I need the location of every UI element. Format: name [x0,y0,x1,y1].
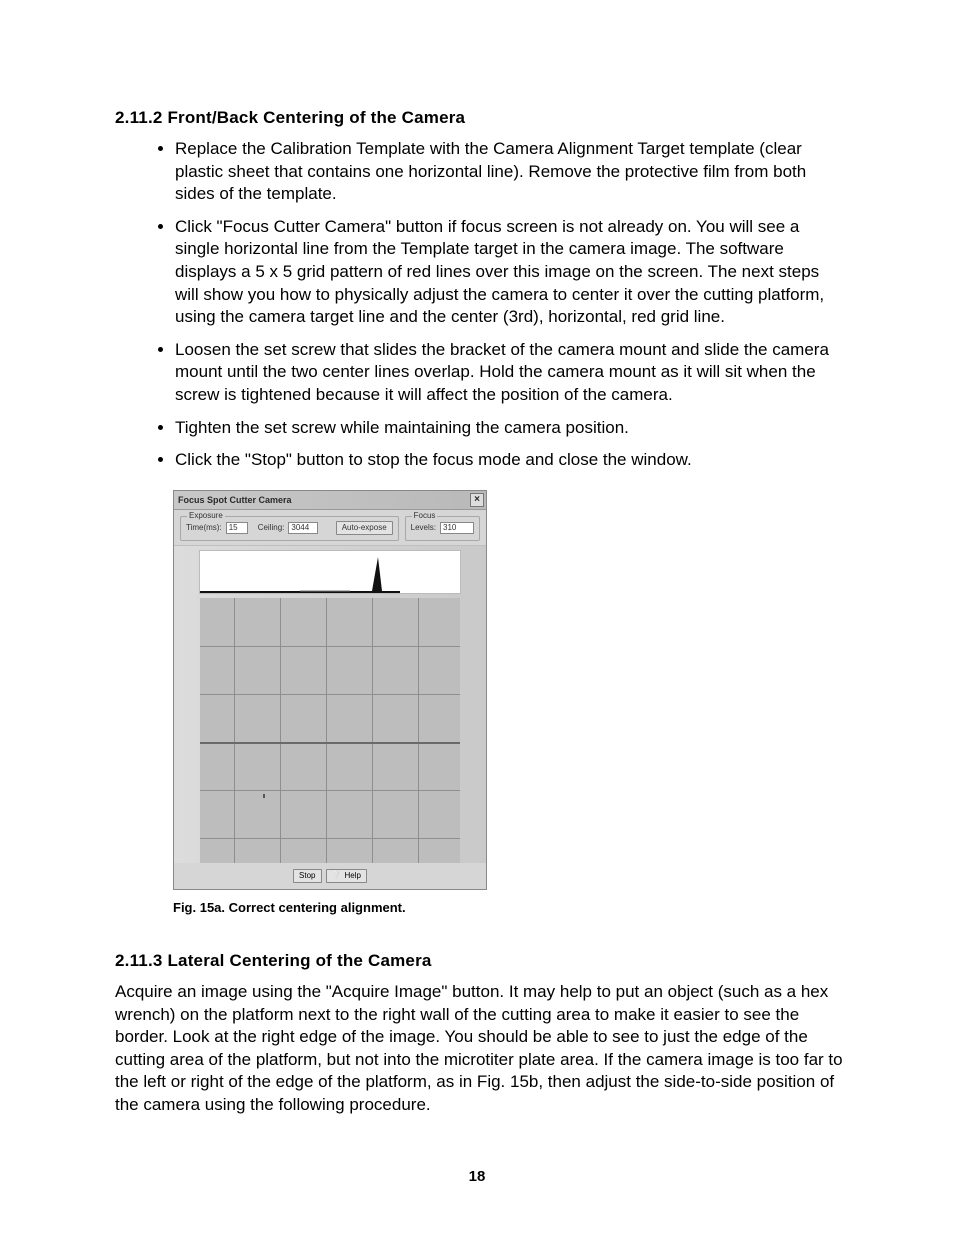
window-footer: Stop ❔ Help [174,863,486,889]
focus-window: Focus Spot Cutter Camera × Exposure Time… [173,490,487,890]
exposure-group: Exposure Time(ms): 15 Ceiling: 3044 Auto… [180,516,399,541]
figure-15a: Focus Spot Cutter Camera × Exposure Time… [173,490,844,915]
stop-button[interactable]: Stop [293,869,321,883]
levels-label: Levels: [411,523,436,532]
image-speck [263,794,265,798]
time-input[interactable]: 15 [226,522,248,534]
window-titlebar: Focus Spot Cutter Camera × [174,491,486,510]
ceiling-input[interactable]: 3044 [288,522,318,534]
focus-legend: Focus [412,511,438,520]
close-icon[interactable]: × [470,493,484,507]
section-heading-2-11-3: 2.11.3 Lateral Centering of the Camera [115,951,844,971]
levels-input[interactable]: 310 [440,522,474,534]
help-icon: ❔ [332,871,342,880]
bullet-list-2-11-2: Replace the Calibration Template with th… [115,138,844,472]
document-page: 2.11.2 Front/Back Centering of the Camer… [0,0,954,1235]
figure-caption: Fig. 15a. Correct centering alignment. [173,900,844,915]
auto-expose-button[interactable]: Auto-expose [336,521,393,535]
list-item: Click "Focus Cutter Camera" button if fo… [175,216,844,329]
focus-group: Focus Levels: 310 [405,516,480,541]
help-button[interactable]: ❔ Help [326,869,367,883]
window-title: Focus Spot Cutter Camera [178,495,292,505]
list-item: Click the "Stop" button to stop the focu… [175,449,844,472]
section-paragraph-2-11-3: Acquire an image using the "Acquire Imag… [115,981,844,1117]
list-item: Tighten the set screw while maintaining … [175,417,844,440]
page-number: 18 [0,1168,954,1185]
toolbar: Exposure Time(ms): 15 Ceiling: 3044 Auto… [174,510,486,546]
section-heading-2-11-2: 2.11.2 Front/Back Centering of the Camer… [115,108,844,128]
camera-image [200,598,460,863]
exposure-legend: Exposure [187,511,225,520]
center-target-line [200,742,460,744]
time-label: Time(ms): [186,523,222,532]
list-item: Loosen the set screw that slides the bra… [175,339,844,407]
help-button-label: Help [344,871,360,880]
ceiling-label: Ceiling: [258,523,285,532]
list-item: Replace the Calibration Template with th… [175,138,844,206]
histogram [199,550,461,594]
